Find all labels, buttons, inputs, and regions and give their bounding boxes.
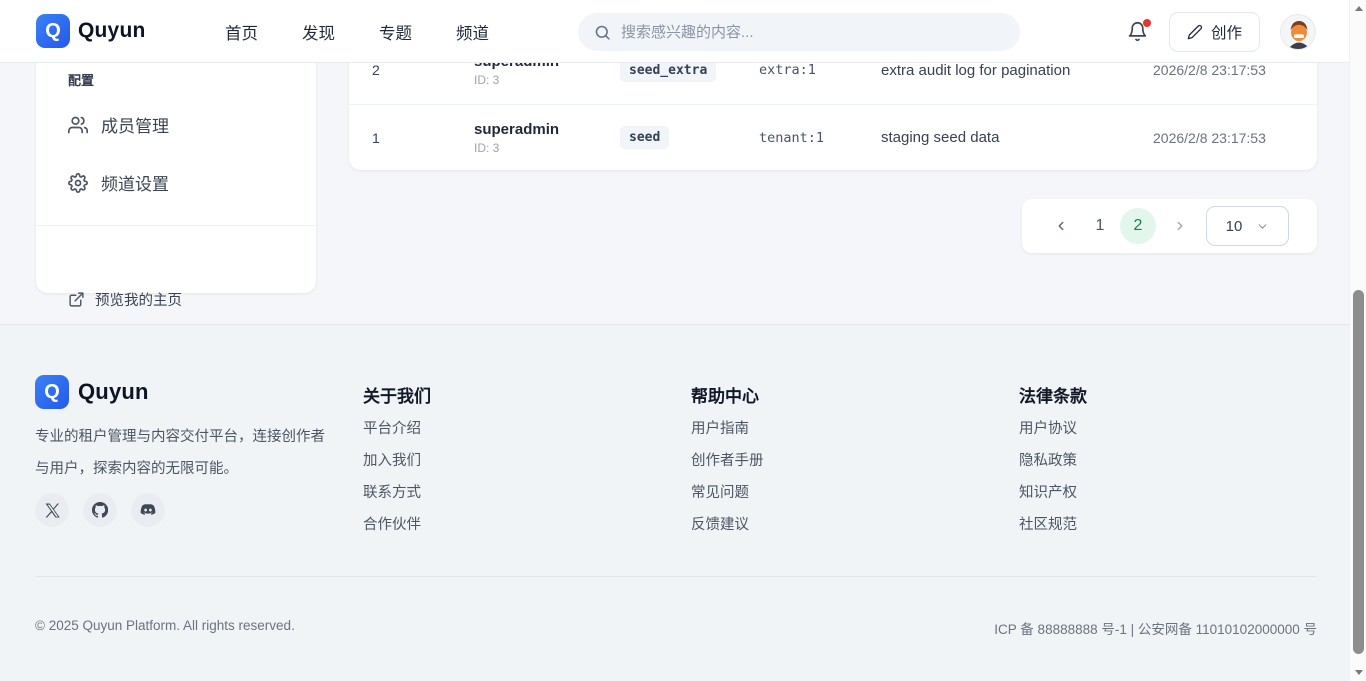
prev-page-button[interactable] bbox=[1050, 219, 1072, 233]
page-2-button-active[interactable]: 2 bbox=[1120, 208, 1156, 244]
notifications-button[interactable] bbox=[1127, 21, 1149, 43]
time-cell: 2026/2/8 23:17:53 bbox=[1153, 62, 1317, 78]
sidebar-item-label: 频道设置 bbox=[101, 170, 169, 195]
search-bar[interactable] bbox=[578, 13, 1020, 51]
footer-link[interactable]: 常见问题 bbox=[691, 483, 764, 503]
tenant-cell: tenant:1 bbox=[759, 130, 881, 146]
nav-link-discover[interactable]: 发现 bbox=[302, 20, 335, 44]
brand-name: Quyun bbox=[78, 19, 146, 43]
avatar-image bbox=[1281, 15, 1316, 50]
search-input[interactable] bbox=[621, 24, 1004, 41]
scrollbar-thumb[interactable] bbox=[1353, 290, 1364, 654]
sidebar-item-members[interactable]: 成员管理 bbox=[68, 112, 169, 137]
tag-badge: seed bbox=[620, 126, 669, 149]
create-button[interactable]: 创作 bbox=[1169, 12, 1260, 52]
page-size-select[interactable]: 10 bbox=[1206, 206, 1289, 246]
quyun-logo-icon: Q bbox=[35, 375, 69, 409]
users-icon bbox=[68, 115, 88, 135]
footer-link[interactable]: 用户指南 bbox=[691, 419, 764, 439]
footer-link[interactable]: 加入我们 bbox=[363, 451, 431, 471]
nav-links: 首页 发现 专题 频道 bbox=[225, 0, 489, 63]
footer-link[interactable]: 用户协议 bbox=[1019, 419, 1087, 439]
page-1-button[interactable]: 1 bbox=[1087, 217, 1113, 235]
footer-brand-name: Quyun bbox=[78, 379, 149, 405]
create-button-label: 创作 bbox=[1211, 21, 1242, 43]
nav-link-topics[interactable]: 专题 bbox=[379, 20, 412, 44]
chevron-down-icon bbox=[1256, 220, 1269, 233]
top-navbar: Q Quyun 首页 发现 专题 频道 创作 bbox=[0, 0, 1349, 63]
nav-link-home[interactable]: 首页 bbox=[225, 20, 258, 44]
pencil-icon bbox=[1187, 24, 1203, 40]
footer-link[interactable]: 知识产权 bbox=[1019, 483, 1087, 503]
footer-link[interactable]: 平台介绍 bbox=[363, 419, 431, 439]
x-social-button[interactable] bbox=[35, 493, 69, 527]
tenant-cell: extra:1 bbox=[759, 62, 881, 78]
time-cell: 2026/2/8 23:17:53 bbox=[1153, 130, 1317, 146]
table-row[interactable]: 1 superadmin ID: 3 seed tenant:1 staging… bbox=[349, 105, 1317, 170]
footer-column-help: 帮助中心 用户指南 创作者手册 常见问题 反馈建议 bbox=[691, 382, 764, 535]
page-size-value: 10 bbox=[1226, 218, 1243, 235]
pagination: 1 2 10 bbox=[1022, 199, 1317, 253]
copyright-text: © 2025 Quyun Platform. All rights reserv… bbox=[35, 618, 295, 638]
footer-link[interactable]: 隐私政策 bbox=[1019, 451, 1087, 471]
scrollbar-down-icon[interactable] bbox=[1350, 664, 1366, 681]
user-id: ID: 3 bbox=[474, 73, 620, 87]
nav-link-channels[interactable]: 频道 bbox=[456, 20, 489, 44]
footer-link[interactable]: 社区规范 bbox=[1019, 515, 1087, 535]
tag-cell: seed bbox=[620, 126, 759, 149]
scrollbar-up-icon[interactable] bbox=[1350, 0, 1366, 17]
preview-label: 预览我的主页 bbox=[95, 289, 182, 310]
footer-column-title: 关于我们 bbox=[363, 382, 431, 407]
external-link-icon bbox=[68, 291, 85, 308]
discord-social-button[interactable] bbox=[131, 493, 165, 527]
user-name: superadmin bbox=[474, 121, 620, 138]
footer-link[interactable]: 合作伙伴 bbox=[363, 515, 431, 535]
footer-link[interactable]: 反馈建议 bbox=[691, 515, 764, 535]
avatar[interactable] bbox=[1280, 14, 1316, 50]
user-id: ID: 3 bbox=[474, 141, 620, 155]
description-cell: extra audit log for pagination bbox=[881, 62, 1153, 79]
channel-settings-sidebar: 配置 成员管理 频道设置 预览我的主页 bbox=[36, 40, 316, 293]
navbar-actions: 创作 bbox=[1127, 0, 1316, 63]
gear-icon bbox=[68, 173, 88, 193]
footer-brand: Q Quyun bbox=[35, 375, 149, 409]
footer-divider bbox=[35, 576, 1317, 577]
footer-social-links bbox=[35, 493, 165, 527]
search-icon bbox=[594, 24, 611, 41]
x-icon bbox=[45, 503, 60, 518]
chevron-right-icon bbox=[1173, 219, 1187, 233]
github-social-button[interactable] bbox=[83, 493, 117, 527]
footer-column-about: 关于我们 平台介绍 加入我们 联系方式 合作伙伴 bbox=[363, 382, 431, 535]
chevron-left-icon bbox=[1054, 219, 1068, 233]
discord-icon bbox=[140, 502, 156, 518]
sidebar-item-channel-settings[interactable]: 频道设置 bbox=[68, 170, 169, 195]
footer-column-legal: 法律条款 用户协议 隐私政策 知识产权 社区规范 bbox=[1019, 382, 1087, 535]
footer-column-title: 法律条款 bbox=[1019, 382, 1087, 407]
preview-homepage-link[interactable]: 预览我的主页 bbox=[68, 289, 182, 310]
notification-badge-dot bbox=[1143, 19, 1151, 27]
description-cell: staging seed data bbox=[881, 129, 1153, 146]
github-icon bbox=[92, 502, 108, 518]
brand[interactable]: Q Quyun bbox=[36, 14, 146, 48]
footer-description: 专业的租户管理与内容交付平台，连接创作者与用户，探索内容的无限可能。 bbox=[35, 421, 337, 485]
quyun-logo-icon: Q bbox=[36, 14, 70, 48]
next-page-button[interactable] bbox=[1169, 219, 1191, 233]
user-cell: superadmin ID: 3 bbox=[474, 121, 620, 155]
footer-bottom-bar: © 2025 Quyun Platform. All rights reserv… bbox=[35, 618, 1317, 638]
vertical-scrollbar[interactable] bbox=[1349, 0, 1366, 681]
sidebar-item-label: 成员管理 bbox=[101, 112, 169, 137]
footer-link[interactable]: 创作者手册 bbox=[691, 451, 764, 471]
sidebar-divider bbox=[36, 225, 316, 226]
row-number: 2 bbox=[372, 62, 474, 78]
footer: Q Quyun 专业的租户管理与内容交付平台，连接创作者与用户，探索内容的无限可… bbox=[0, 324, 1349, 681]
footer-link[interactable]: 联系方式 bbox=[363, 483, 431, 503]
footer-column-title: 帮助中心 bbox=[691, 382, 764, 407]
icp-text: ICP 备 88888888 号-1 | 公安网备 11010102000000… bbox=[994, 618, 1317, 638]
row-number: 1 bbox=[372, 130, 474, 146]
sidebar-section-label: 配置 bbox=[68, 70, 94, 89]
